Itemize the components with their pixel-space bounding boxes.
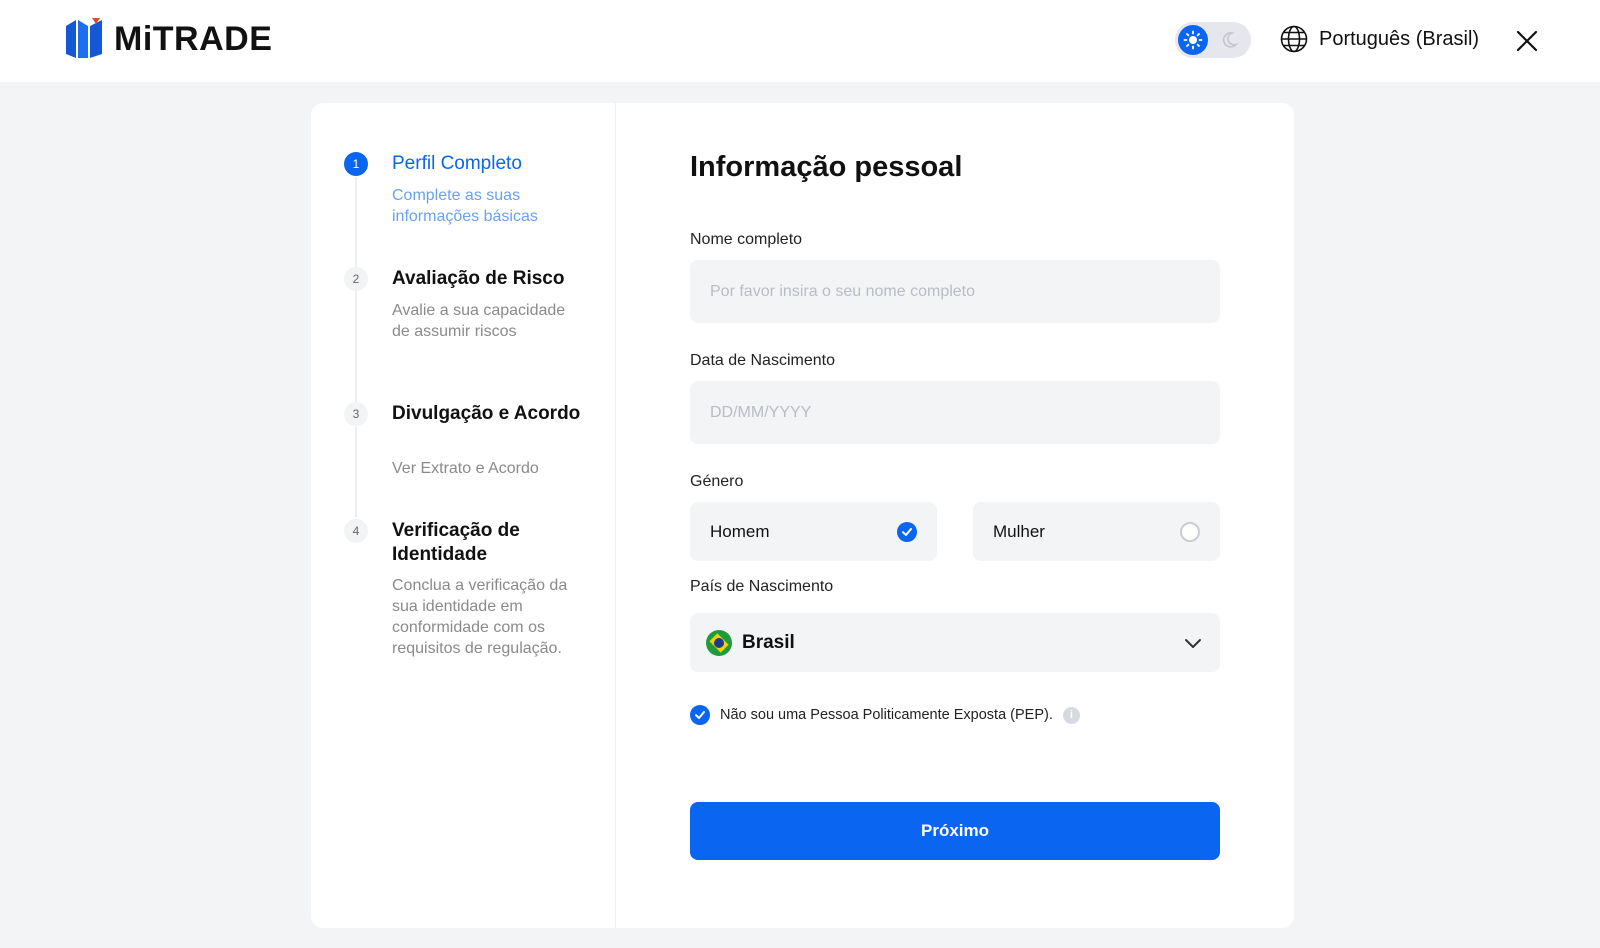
birth-date-input[interactable]: DD/MM/YYYY: [690, 381, 1220, 444]
top-bar: MiTRADE Português (Brasil): [0, 0, 1600, 82]
pep-checkbox[interactable]: [690, 705, 710, 725]
birth-country-label: País de Nascimento: [690, 578, 834, 595]
form-title: Informação pessoal: [690, 151, 963, 183]
gender-option-female[interactable]: Mulher: [973, 502, 1220, 561]
language-label: Português (Brasil): [1319, 27, 1480, 50]
chevron-down-icon: [1185, 638, 1201, 648]
birth-date-label: Data de Nascimento: [690, 352, 835, 369]
sun-icon[interactable]: [1178, 25, 1208, 55]
mitrade-logo-icon: [66, 18, 102, 58]
step-title-disclosure[interactable]: Divulgação e Acordo: [392, 402, 582, 426]
step-title-profile[interactable]: Perfil Completo: [392, 152, 582, 176]
step-desc-risk: Avalie a sua capacidade de assumir risco…: [392, 302, 566, 340]
gender-option-label: Mulher: [993, 521, 1045, 541]
pep-label: Não sou uma Pessoa Politicamente Exposta…: [720, 707, 1053, 723]
full-name-input[interactable]: Por favor insira o seu nome completo: [690, 260, 1220, 323]
radio-unchecked-icon: [1180, 521, 1200, 542]
card-divider: [615, 103, 616, 928]
moon-icon[interactable]: [1217, 25, 1247, 55]
brand-name: MiTRADE: [114, 19, 273, 58]
language-selector[interactable]: Português (Brasil): [1279, 24, 1479, 54]
pep-row: Não sou uma Pessoa Politicamente Exposta…: [690, 705, 1080, 725]
step-connector: [355, 427, 357, 517]
birth-country-value: Brasil: [742, 631, 795, 653]
gender-option-label: Homem: [710, 521, 770, 541]
birth-country-select[interactable]: Brasil: [690, 613, 1220, 672]
brazil-flag-icon: [706, 629, 732, 656]
next-button[interactable]: Próximo: [690, 802, 1220, 860]
step-number-3: 3: [344, 402, 368, 426]
gender-label: Género: [690, 473, 744, 490]
step-connector: [355, 291, 357, 403]
gender-option-male[interactable]: Homem: [690, 502, 937, 561]
close-icon[interactable]: [1512, 26, 1542, 56]
info-icon[interactable]: i: [1062, 706, 1080, 724]
step-desc-profile: Complete as suas informações básicas: [392, 187, 538, 225]
globe-icon: [1280, 25, 1308, 53]
step-title-risk[interactable]: Avaliação de Risco: [392, 267, 582, 291]
full-name-label: Nome completo: [690, 231, 803, 248]
step-connector: [355, 177, 357, 267]
step-title-verification[interactable]: Verificação de Identidade: [392, 519, 582, 567]
step-number-4: 4: [344, 519, 368, 543]
step-desc-disclosure: Ver Extrato e Acordo: [392, 460, 539, 477]
step-desc-verification: Conclua a verificação da sua identidade …: [392, 577, 568, 657]
birth-date-placeholder: DD/MM/YYYY: [710, 403, 812, 421]
step-number-1: 1: [344, 152, 368, 176]
full-name-placeholder: Por favor insira o seu nome completo: [710, 282, 976, 300]
logo[interactable]: MiTRADE: [64, 16, 272, 62]
check-icon: [897, 521, 917, 542]
theme-toggle[interactable]: [1175, 22, 1251, 58]
step-number-2: 2: [344, 267, 368, 291]
